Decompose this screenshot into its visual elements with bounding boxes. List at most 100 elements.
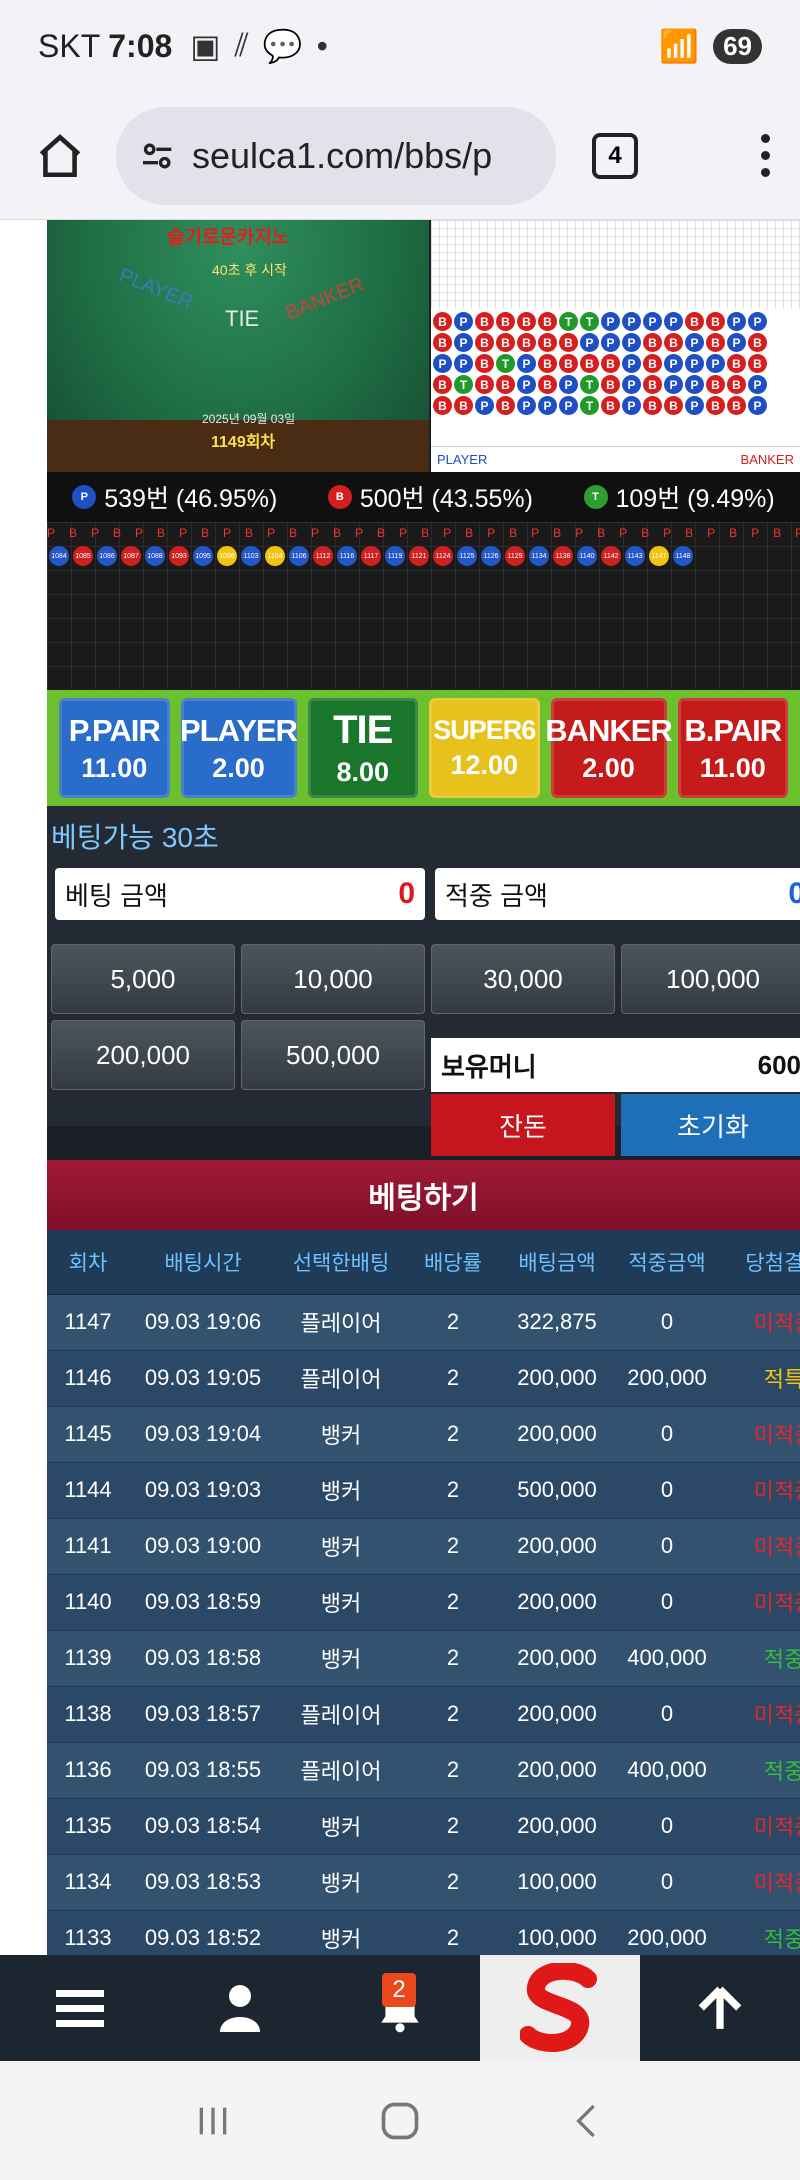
column-header: 배당률 (405, 1230, 501, 1295)
menu-button[interactable] (0, 1955, 160, 2061)
table-cell: 2 (405, 1406, 501, 1463)
bead-b: B (643, 333, 662, 352)
banker-dot: B (327, 485, 352, 509)
table-cell: 0 (613, 1518, 721, 1575)
column-header: 적중금액 (613, 1230, 721, 1295)
bead-b: B (517, 333, 536, 352)
table-cell: 1138 (47, 1686, 129, 1743)
chip-500000-button[interactable]: 500,000 (241, 1020, 425, 1090)
history-coin: 1125 (457, 546, 477, 566)
history-coin: 1096 (217, 546, 237, 566)
table-cell: 0 (613, 1406, 721, 1463)
history-coin: 1095 (193, 546, 213, 566)
bet-banker-button[interactable]: BANKER 2.00 (545, 698, 673, 798)
bead-p: P (727, 312, 746, 331)
bead-b: B (601, 396, 620, 415)
win-amount-label: 적중 금액 (445, 880, 548, 911)
history-coin: 1119 (385, 546, 405, 566)
table-row: 114509.03 19:04뱅커2200,0000미적중 (47, 1406, 800, 1463)
home-nav-icon[interactable] (378, 2099, 422, 2143)
history-coin: 1142 (601, 546, 621, 566)
bead-b: B (748, 333, 767, 352)
big-road-grid (431, 220, 800, 308)
chip-10000-button[interactable]: 10,000 (241, 944, 425, 1014)
player-stat: P 539번 (46.95%) (72, 479, 277, 515)
column-header: 선택한배팅 (277, 1230, 405, 1295)
chip-5000-button[interactable]: 5,000 (51, 944, 235, 1014)
table-cell: 0 (613, 1462, 721, 1519)
column-header: 배팅금액 (501, 1230, 613, 1295)
bead-b: B (601, 375, 620, 394)
history-coin: 1117 (361, 546, 381, 566)
arrow-up-icon (698, 1986, 742, 2029)
table-cell: 2 (405, 1518, 501, 1575)
chip-100000-button[interactable]: 100,000 (621, 944, 800, 1014)
bead-p: P (748, 375, 767, 394)
reset-button[interactable]: 초기화 (621, 1094, 800, 1156)
chip-30000-button[interactable]: 30,000 (431, 944, 615, 1014)
bead-t: T (559, 312, 578, 331)
bet-player-pair-button[interactable]: P.PAIR 11.00 (59, 698, 170, 798)
table-cell: 09.03 18:57 (129, 1686, 277, 1743)
bet-label: P.PAIR (68, 712, 161, 748)
bet-banker-pair-button[interactable]: B.PAIR 11.00 (677, 698, 788, 798)
bead-b: B (538, 333, 557, 352)
menu-dot (761, 168, 770, 177)
table-cell: 09.03 19:05 (129, 1350, 277, 1407)
table-cell: 적중 (721, 1910, 800, 1955)
scroll-top-button[interactable] (640, 1955, 800, 2061)
site-logo[interactable] (480, 1955, 640, 2061)
win-amount-field: 적중 금액 0 (435, 868, 800, 920)
result-stats: P 539번 (46.95%) B 500번 (43.55%) T 109번 (9.4… (47, 472, 800, 522)
tie-dot: T (583, 485, 608, 509)
bead-p: P (601, 312, 620, 331)
home-button[interactable] (24, 120, 96, 192)
table-cell: 09.03 19:06 (129, 1294, 277, 1351)
bet-label: TIE (333, 708, 393, 752)
table-cell: 2 (405, 1350, 501, 1407)
table-cell: 2 (405, 1574, 501, 1631)
table-cell: 500,000 (501, 1462, 613, 1519)
bead-b: B (475, 333, 494, 352)
start-timer-text: 40초 후 시작 (212, 262, 287, 278)
table-row: 114409.03 19:03뱅커2500,0000미적중 (47, 1462, 800, 1519)
history-coin: 1140 (577, 546, 597, 566)
table-cell: 1141 (47, 1518, 129, 1575)
table-cell: 뱅커 (277, 1910, 405, 1955)
chip-200000-button[interactable]: 200,000 (51, 1020, 235, 1090)
address-bar[interactable]: seulca1.com/bbs/p (116, 106, 556, 205)
roadmap-banker-label: BANKER (740, 452, 794, 467)
table-cell: 미적중 (721, 1462, 800, 1519)
table-cell: 2 (405, 1686, 501, 1743)
bet-player-button[interactable]: PLAYER 2.00 (180, 698, 298, 798)
bead-p: P (559, 396, 578, 415)
table-cell: 1135 (47, 1798, 129, 1855)
bet-tie-button[interactable]: TIE 8.00 (307, 698, 418, 798)
notifications-button[interactable]: 2 (320, 1955, 480, 2061)
bet-super6-button[interactable]: SUPER6 12.00 (429, 698, 540, 798)
profile-button[interactable] (160, 1955, 320, 2061)
table-row: 113409.03 18:53뱅커2100,0000미적중 (47, 1854, 800, 1911)
bet-label: BANKER (545, 712, 673, 748)
table-cell: 2 (405, 1294, 501, 1351)
table-cell: 2 (405, 1630, 501, 1687)
table-cell: 뱅커 (277, 1406, 405, 1463)
tie-stat-text: 109번 (9.49%) (615, 485, 775, 513)
message-icon: 💬 (262, 28, 303, 64)
bead-t: T (454, 375, 473, 394)
bead-b: B (643, 396, 662, 415)
change-button[interactable]: 잔돈 (431, 1094, 615, 1156)
bead-b: B (748, 354, 767, 373)
bet-odds: 11.00 (699, 752, 766, 783)
place-bet-button[interactable]: 베팅하기 (47, 1160, 800, 1230)
roadmap-legend: PLAYER BANKER (431, 446, 800, 472)
table-cell: 200,000 (501, 1686, 613, 1743)
bead-p: P (454, 312, 473, 331)
bet-amount-value: 0 (398, 877, 415, 910)
table-row: 113809.03 18:57플레이어2200,0000미적중 (47, 1686, 800, 1743)
tab-switcher-button[interactable]: 4 (592, 132, 638, 179)
back-icon[interactable] (567, 2101, 607, 2141)
history-coin: 1129 (505, 546, 525, 566)
recent-apps-icon[interactable] (193, 2101, 233, 2141)
overflow-menu-button[interactable] (761, 134, 770, 177)
